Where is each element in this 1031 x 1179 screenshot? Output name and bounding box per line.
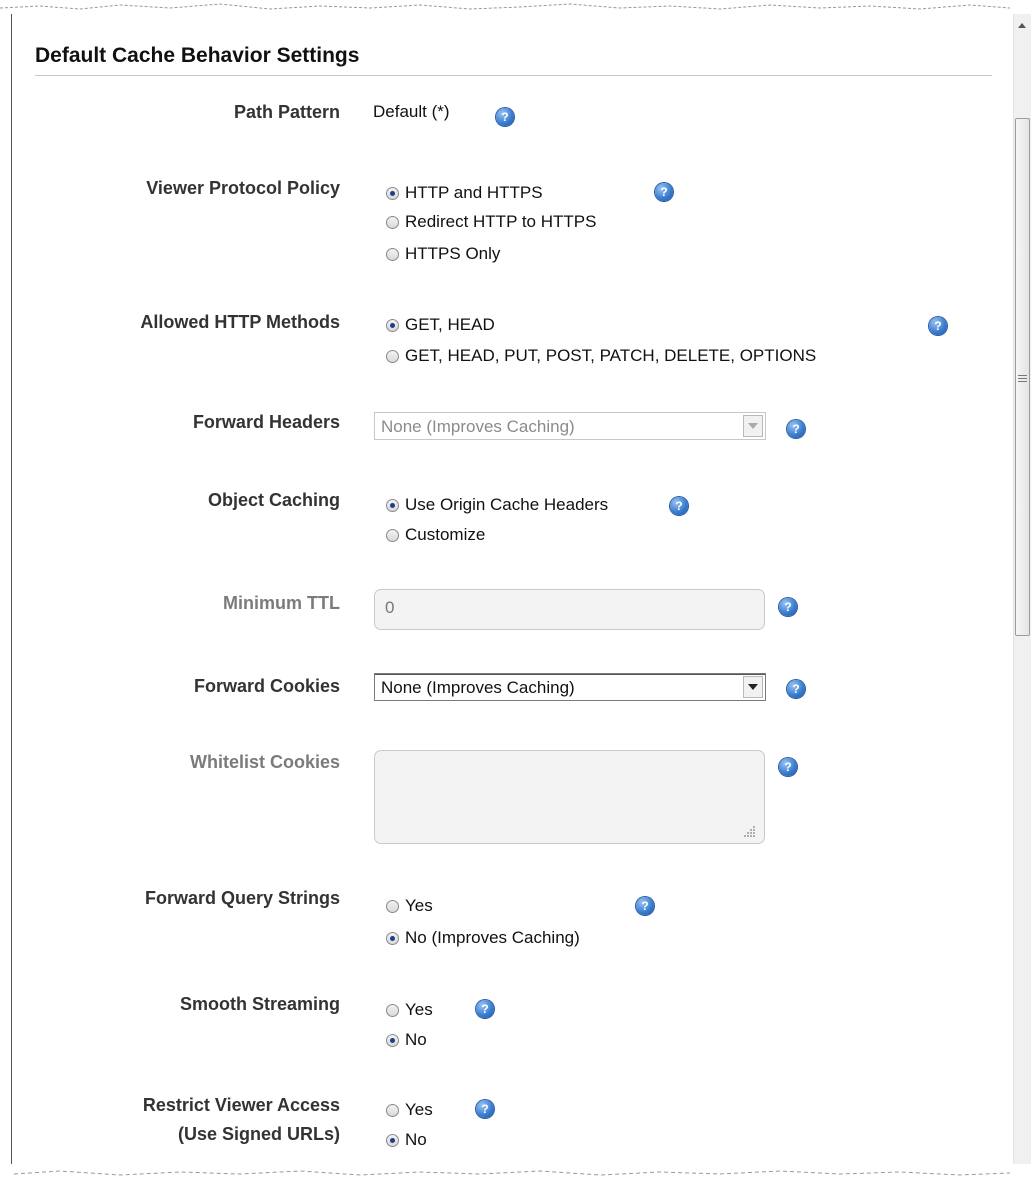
scrollbar-grip-icon bbox=[1018, 375, 1027, 382]
radio-unchecked-icon bbox=[386, 215, 399, 229]
chevron-down-icon bbox=[743, 415, 763, 437]
radio-restrict-viewer-access-yes[interactable]: Yes bbox=[386, 1100, 433, 1120]
radio-smooth-streaming-no[interactable]: No bbox=[386, 1030, 427, 1050]
whitelist-cookies-label: Whitelist Cookies bbox=[189, 752, 340, 772]
radio-checked-icon bbox=[386, 1133, 399, 1147]
radio-checked-icon bbox=[386, 498, 399, 512]
whitelist-cookies-textarea[interactable] bbox=[374, 750, 765, 844]
scroll-up-arrow-icon[interactable] bbox=[1018, 23, 1026, 28]
forward-headers-select[interactable]: None (Improves Caching) bbox=[374, 412, 766, 440]
forward-cookies-label: Forward Cookies bbox=[193, 676, 340, 696]
chevron-down-icon bbox=[743, 676, 763, 698]
radio-http-and-https[interactable]: HTTP and HTTPS bbox=[386, 183, 543, 203]
resize-grip-icon[interactable] bbox=[744, 825, 756, 837]
radio-https-only[interactable]: HTTPS Only bbox=[386, 244, 500, 264]
radio-checked-icon bbox=[386, 186, 399, 200]
forward-headers-selected-value: None (Improves Caching) bbox=[381, 417, 575, 436]
radio-checked-icon bbox=[386, 931, 399, 945]
help-question-icon[interactable]: ? bbox=[655, 183, 673, 201]
smooth-streaming-label: Smooth Streaming bbox=[179, 994, 340, 1014]
radio-get-head-put-post-patch-delete-options[interactable]: GET, HEAD, PUT, POST, PATCH, DELETE, OPT… bbox=[386, 346, 816, 366]
radio-unchecked-icon bbox=[386, 528, 399, 542]
help-question-icon[interactable]: ? bbox=[787, 680, 805, 698]
frame-left-border bbox=[11, 14, 12, 1164]
section-title: Default Cache Behavior Settings bbox=[35, 44, 360, 67]
forward-query-strings-label: Forward Query Strings bbox=[144, 888, 340, 908]
help-question-icon[interactable]: ? bbox=[929, 317, 947, 335]
radio-customize[interactable]: Customize bbox=[386, 525, 485, 545]
minimum-ttl-label: Minimum TTL bbox=[223, 593, 340, 613]
help-question-icon[interactable]: ? bbox=[670, 497, 688, 515]
help-question-icon[interactable]: ? bbox=[636, 897, 654, 915]
minimum-ttl-input[interactable]: 0 bbox=[374, 589, 765, 630]
radio-query-strings-no[interactable]: No (Improves Caching) bbox=[386, 928, 580, 948]
radio-unchecked-icon bbox=[386, 349, 399, 363]
help-question-icon[interactable]: ? bbox=[476, 1100, 494, 1118]
help-question-icon[interactable]: ? bbox=[496, 108, 514, 126]
radio-checked-icon bbox=[386, 318, 399, 332]
radio-unchecked-icon bbox=[386, 1003, 399, 1017]
help-question-icon[interactable]: ? bbox=[779, 598, 797, 616]
path-pattern-value: Default (*) bbox=[373, 102, 450, 121]
restrict-viewer-access-sublabel: (Use Signed URLs) bbox=[177, 1124, 340, 1144]
minimum-ttl-value: 0 bbox=[385, 598, 395, 617]
viewer-protocol-policy-label: Viewer Protocol Policy bbox=[146, 178, 340, 198]
allowed-http-methods-label: Allowed HTTP Methods bbox=[140, 312, 340, 332]
radio-redirect-http-to-https[interactable]: Redirect HTTP to HTTPS bbox=[386, 212, 596, 232]
help-question-icon[interactable]: ? bbox=[779, 758, 797, 776]
torn-bottom-edge bbox=[13, 1170, 1011, 1176]
radio-unchecked-icon bbox=[386, 1103, 399, 1117]
section-divider bbox=[35, 75, 992, 76]
radio-checked-icon bbox=[386, 1033, 399, 1047]
help-question-icon[interactable]: ? bbox=[476, 1000, 494, 1018]
forward-cookies-select[interactable]: None (Improves Caching) bbox=[374, 673, 766, 701]
radio-restrict-viewer-access-no[interactable]: No bbox=[386, 1130, 427, 1150]
radio-smooth-streaming-yes[interactable]: Yes bbox=[386, 1000, 433, 1020]
radio-unchecked-icon bbox=[386, 247, 399, 261]
path-pattern-label: Path Pattern bbox=[233, 102, 340, 122]
torn-top-edge bbox=[0, 3, 1011, 10]
forward-headers-label: Forward Headers bbox=[192, 412, 340, 432]
restrict-viewer-access-label: Restrict Viewer Access bbox=[142, 1095, 340, 1115]
help-question-icon[interactable]: ? bbox=[787, 420, 805, 438]
radio-query-strings-yes[interactable]: Yes bbox=[386, 896, 433, 916]
radio-unchecked-icon bbox=[386, 899, 399, 913]
radio-get-head[interactable]: GET, HEAD bbox=[386, 315, 495, 335]
forward-cookies-selected-value: None (Improves Caching) bbox=[381, 678, 575, 697]
object-caching-label: Object Caching bbox=[207, 490, 340, 510]
radio-use-origin-cache-headers[interactable]: Use Origin Cache Headers bbox=[386, 495, 608, 515]
